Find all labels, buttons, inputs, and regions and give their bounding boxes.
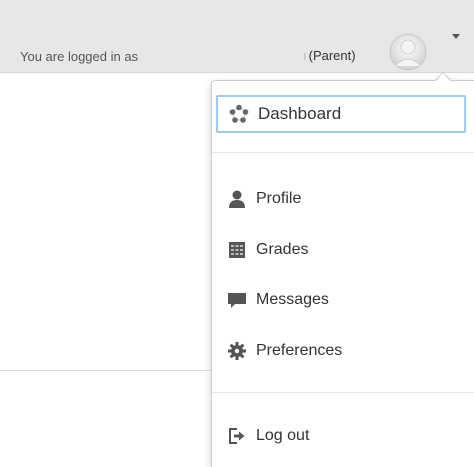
grades-table-icon	[227, 240, 247, 260]
menu-item-label: Messages	[256, 291, 329, 308]
menu-item-messages[interactable]: Messages	[216, 285, 474, 315]
speech-bubble-icon	[227, 290, 247, 310]
top-navbar: You are logged in as ı (Parent)	[0, 0, 474, 73]
menu-item-preferences[interactable]: Preferences	[216, 336, 474, 366]
menu-pointer-inner	[436, 73, 450, 81]
menu-divider	[212, 152, 474, 153]
login-info-text: You are logged in as	[20, 49, 139, 64]
menu-item-label: Log out	[256, 427, 310, 444]
menu-item-dashboard[interactable]: Dashboard	[216, 95, 466, 133]
user-role: (Parent)	[308, 48, 356, 63]
name-separator: ı	[303, 48, 307, 63]
user-name-link[interactable]: ı (Parent)	[303, 48, 356, 64]
user-dropdown-menu	[211, 80, 474, 467]
user-icon	[227, 189, 247, 209]
menu-item-label: Grades	[256, 241, 309, 258]
user-menu-caret-icon[interactable]	[452, 34, 460, 39]
menu-item-label: Profile	[256, 190, 302, 207]
gear-icon	[227, 341, 247, 361]
user-avatar[interactable]	[388, 28, 428, 72]
menu-item-profile[interactable]: Profile	[216, 184, 474, 214]
menu-item-logout[interactable]: Log out	[216, 421, 474, 451]
menu-divider	[212, 392, 474, 393]
dashboard-icon	[229, 104, 249, 124]
logout-icon	[227, 426, 247, 446]
page-divider	[0, 370, 212, 371]
menu-item-label: Dashboard	[258, 104, 342, 123]
menu-item-label: Preferences	[256, 342, 343, 359]
menu-item-grades[interactable]: Grades	[216, 235, 474, 265]
